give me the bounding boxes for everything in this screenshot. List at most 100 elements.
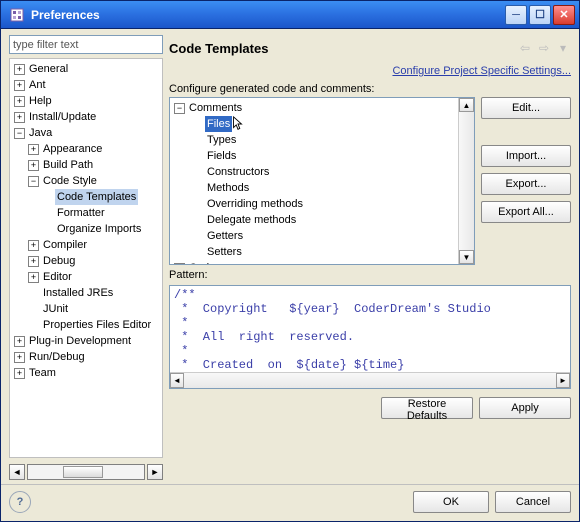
preferences-window: Preferences ─ ☐ ✕ +General +Ant +Help +I… <box>0 0 580 522</box>
expand-icon[interactable]: + <box>14 336 25 347</box>
spacer <box>42 224 53 235</box>
tree-item-getters[interactable]: Getters <box>205 228 245 244</box>
scroll-right-button[interactable]: ► <box>147 464 163 480</box>
nav-item-help[interactable]: Help <box>27 93 54 109</box>
expand-icon[interactable]: + <box>14 96 25 107</box>
ok-button[interactable]: OK <box>413 491 489 513</box>
nav-item-debug[interactable]: Debug <box>41 253 77 269</box>
app-icon <box>9 7 25 23</box>
nav-item-codetemplates[interactable]: Code Templates <box>55 189 138 205</box>
edit-button[interactable]: Edit... <box>481 97 571 119</box>
nav-item-editor[interactable]: Editor <box>41 269 74 285</box>
close-button[interactable]: ✕ <box>553 5 575 25</box>
spacer <box>28 320 39 331</box>
collapse-icon[interactable]: − <box>174 103 185 114</box>
minimize-button[interactable]: ─ <box>505 5 527 25</box>
window-title: Preferences <box>31 8 505 22</box>
scroll-up-button[interactable]: ▲ <box>459 98 474 112</box>
nav-item-team[interactable]: Team <box>27 365 58 381</box>
title-bar[interactable]: Preferences ─ ☐ ✕ <box>1 1 579 29</box>
nav-item-propfiles[interactable]: Properties Files Editor <box>41 317 153 333</box>
expand-icon[interactable]: + <box>14 112 25 123</box>
nav-item-ant[interactable]: Ant <box>27 77 48 93</box>
pattern-text: /** * Copyright ${year} CoderDream's Stu… <box>170 286 570 372</box>
expand-icon[interactable]: + <box>28 256 39 267</box>
export-all-button[interactable]: Export All... <box>481 201 571 223</box>
side-buttons: Edit... Import... Export... Export All..… <box>481 97 571 265</box>
apply-button[interactable]: Apply <box>479 397 571 419</box>
nav-item-organize[interactable]: Organize Imports <box>55 221 143 237</box>
import-button[interactable]: Import... <box>481 145 571 167</box>
tree-item-setters[interactable]: Setters <box>205 244 244 260</box>
nav-item-compiler[interactable]: Compiler <box>41 237 89 253</box>
nav-item-rundebug[interactable]: Run/Debug <box>27 349 87 365</box>
right-pane: Code Templates ⇦ ⇨ ▾ Configure Project S… <box>169 35 571 480</box>
tree-item-fields[interactable]: Fields <box>205 148 238 164</box>
scroll-track[interactable] <box>27 464 145 480</box>
tree-item-delegate[interactable]: Delegate methods <box>205 212 298 228</box>
export-button[interactable]: Export... <box>481 173 571 195</box>
footer: ? OK Cancel <box>1 484 579 521</box>
tree-item-overriding[interactable]: Overriding methods <box>205 196 305 212</box>
expand-icon[interactable]: + <box>174 263 185 265</box>
spacer <box>42 192 53 203</box>
project-specific-link[interactable]: Configure Project Specific Settings... <box>392 65 571 77</box>
template-tree-vscroll[interactable]: ▲ ▼ <box>458 98 474 264</box>
template-tree-container: −Comments Files Types Fields Constructor… <box>169 97 475 265</box>
nav-item-install[interactable]: Install/Update <box>27 109 98 125</box>
expand-icon[interactable]: + <box>28 272 39 283</box>
scroll-left-button[interactable]: ◄ <box>170 373 184 388</box>
mouse-cursor-icon <box>232 116 244 132</box>
pattern-viewer[interactable]: /** * Copyright ${year} CoderDream's Stu… <box>169 285 571 389</box>
nav-item-junit[interactable]: JUnit <box>41 301 70 317</box>
scroll-down-button[interactable]: ▼ <box>459 250 474 264</box>
nav-back-icon[interactable]: ⇦ <box>517 40 533 56</box>
main-area: +General +Ant +Help +Install/Update −Jav… <box>1 29 579 480</box>
nav-item-java[interactable]: Java <box>27 125 54 141</box>
filter-input[interactable] <box>9 35 163 54</box>
expand-icon[interactable]: + <box>28 144 39 155</box>
scroll-thumb[interactable] <box>63 466 103 478</box>
maximize-button[interactable]: ☐ <box>529 5 551 25</box>
expand-icon[interactable]: + <box>14 368 25 379</box>
nav-item-general[interactable]: General <box>27 61 70 77</box>
nav-item-formatter[interactable]: Formatter <box>55 205 107 221</box>
client-area: +General +Ant +Help +Install/Update −Jav… <box>1 29 579 521</box>
spacer <box>28 288 39 299</box>
scroll-track[interactable] <box>184 373 556 388</box>
nav-tree[interactable]: +General +Ant +Help +Install/Update −Jav… <box>10 59 162 457</box>
nav-item-codestyle[interactable]: Code Style <box>41 173 99 189</box>
tree-item-constructors[interactable]: Constructors <box>205 164 271 180</box>
template-tree[interactable]: −Comments Files Types Fields Constructor… <box>170 98 458 264</box>
expand-icon[interactable]: + <box>28 160 39 171</box>
nav-item-buildpath[interactable]: Build Path <box>41 157 95 173</box>
scroll-track[interactable] <box>459 112 474 250</box>
nav-forward-icon[interactable]: ⇨ <box>536 40 552 56</box>
nav-item-plugindev[interactable]: Plug-in Development <box>27 333 133 349</box>
configure-label: Configure generated code and comments: <box>169 83 571 95</box>
window-buttons: ─ ☐ ✕ <box>505 5 575 25</box>
spacer <box>42 208 53 219</box>
collapse-icon[interactable]: − <box>14 128 25 139</box>
tree-item-methods[interactable]: Methods <box>205 180 251 196</box>
tree-item-files[interactable]: Files <box>205 116 232 132</box>
tree-item-types[interactable]: Types <box>205 132 238 148</box>
nav-item-installedjres[interactable]: Installed JREs <box>41 285 115 301</box>
pattern-label: Pattern: <box>169 269 571 281</box>
help-icon[interactable]: ? <box>9 491 31 513</box>
scroll-left-button[interactable]: ◄ <box>9 464 25 480</box>
pattern-hscroll[interactable]: ◄ ► <box>170 372 570 388</box>
expand-icon[interactable]: + <box>28 240 39 251</box>
dropdown-icon[interactable]: ▾ <box>555 40 571 56</box>
tree-item-comments[interactable]: Comments <box>187 100 244 116</box>
nav-item-appearance[interactable]: Appearance <box>41 141 104 157</box>
scroll-right-button[interactable]: ► <box>556 373 570 388</box>
expand-icon[interactable]: + <box>14 64 25 75</box>
tree-item-code[interactable]: Code <box>187 260 217 264</box>
cancel-button[interactable]: Cancel <box>495 491 571 513</box>
restore-defaults-button[interactable]: Restore Defaults <box>381 397 473 419</box>
expand-icon[interactable]: + <box>14 352 25 363</box>
collapse-icon[interactable]: − <box>28 176 39 187</box>
nav-tree-container: +General +Ant +Help +Install/Update −Jav… <box>9 58 163 458</box>
expand-icon[interactable]: + <box>14 80 25 91</box>
